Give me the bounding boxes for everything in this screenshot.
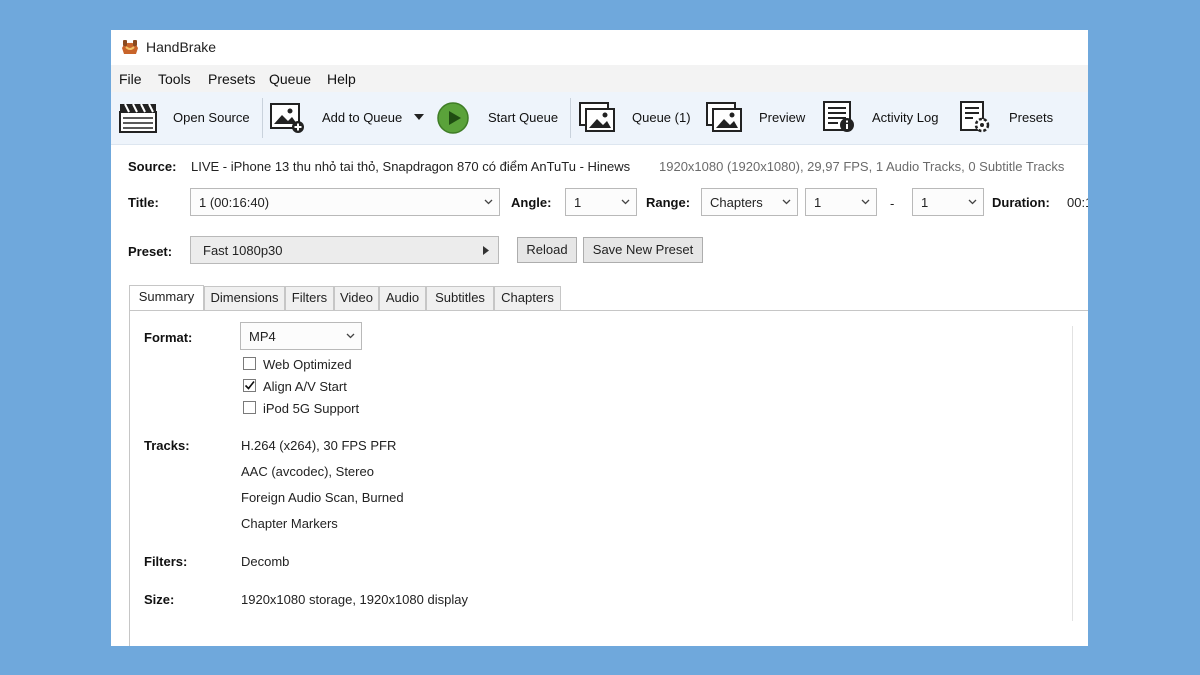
filters-label: Filters: — [144, 554, 188, 569]
filters-value: Decomb — [241, 554, 290, 569]
track-audio: AAC (avcodec), Stereo — [241, 464, 374, 479]
preview-icon — [706, 102, 742, 132]
range-type-value: Chapters — [710, 195, 763, 210]
tab-audio[interactable]: Audio — [379, 286, 426, 310]
title-label: Title: — [128, 195, 159, 210]
angle-label: Angle: — [511, 195, 552, 210]
preset-label: Preset: — [128, 244, 173, 259]
chevron-down-icon — [861, 199, 870, 205]
preset-value: Fast 1080p30 — [203, 243, 283, 258]
save-new-preset-button[interactable]: Save New Preset — [583, 237, 703, 263]
queue-label: Queue (1) — [632, 110, 691, 125]
title-bar: HandBrake — [111, 30, 1088, 65]
track-chapters: Chapter Markers — [241, 516, 338, 531]
web-optimized-label: Web Optimized — [263, 357, 352, 372]
range-end-value: 1 — [921, 195, 929, 210]
app-window: HandBrake File Tools Presets Queue Help … — [111, 30, 1088, 646]
open-source-button[interactable]: Open Source — [117, 92, 257, 144]
title-value: 1 (00:16:40) — [199, 195, 270, 210]
add-to-queue-label: Add to Queue — [322, 110, 403, 125]
clapperboard-icon — [119, 103, 157, 133]
range-start-value: 1 — [814, 195, 822, 210]
tab-subtitles[interactable]: Subtitles — [426, 286, 494, 310]
handbrake-logo-icon — [122, 40, 138, 54]
toolbar-separator — [570, 98, 571, 138]
ipod-5g-support-checkbox[interactable] — [243, 401, 256, 414]
tab-filters[interactable]: Filters — [285, 286, 334, 310]
duration-label: Duration: — [992, 195, 1050, 210]
duration-value: 00:1 — [1067, 195, 1088, 210]
tab-chapters[interactable]: Chapters — [494, 286, 561, 310]
chevron-down-icon — [346, 333, 355, 339]
source-name: LIVE - iPhone 13 thu nhỏ tai thỏ, Snapdr… — [191, 159, 631, 174]
reload-button[interactable]: Reload — [517, 237, 577, 263]
start-queue-button[interactable]: Start Queue — [435, 92, 565, 144]
align-av-start-label: Align A/V Start — [263, 379, 347, 394]
chevron-down-icon — [968, 199, 977, 205]
size-value: 1920x1080 storage, 1920x1080 display — [241, 592, 468, 607]
add-image-icon — [270, 103, 304, 133]
range-label: Range: — [646, 195, 691, 210]
tab-summary[interactable]: Summary — [129, 285, 204, 311]
format-value: MP4 — [249, 329, 276, 344]
align-av-start-checkbox[interactable] — [243, 379, 256, 392]
activity-log-button[interactable]: Activity Log — [822, 92, 952, 144]
queue-button[interactable]: Queue (1) — [578, 92, 698, 144]
range-type-dropdown[interactable]: Chapters — [701, 188, 798, 216]
queue-stack-icon — [579, 102, 615, 132]
play-icon — [437, 102, 469, 134]
web-optimized-checkbox[interactable] — [243, 357, 256, 370]
angle-value: 1 — [574, 195, 582, 210]
preview-button[interactable]: Preview — [705, 92, 815, 144]
menu-help[interactable]: Help — [327, 71, 356, 87]
presets-icon — [960, 101, 990, 133]
menu-bar: File Tools Presets Queue Help — [111, 65, 1088, 92]
track-video: H.264 (x264), 30 FPS PFR — [241, 438, 397, 453]
tracks-label: Tracks: — [144, 438, 190, 453]
dropdown-arrow-icon[interactable] — [414, 114, 424, 120]
presets-button[interactable]: Presets — [959, 92, 1069, 144]
menu-queue[interactable]: Queue — [269, 71, 311, 87]
menu-tools[interactable]: Tools — [158, 71, 191, 87]
ipod-5g-support-label: iPod 5G Support — [263, 401, 360, 416]
window-title: HandBrake — [146, 39, 217, 55]
source-label: Source: — [128, 159, 177, 174]
add-to-queue-button[interactable]: Add to Queue — [269, 92, 429, 144]
presets-label: Presets — [1009, 110, 1054, 125]
format-label: Format: — [144, 330, 193, 345]
toolbar: Open Source Add to Queue Start Queue Que… — [111, 92, 1088, 145]
preset-selector[interactable]: Fast 1080p30 — [190, 236, 499, 264]
format-dropdown[interactable]: MP4 — [240, 322, 362, 350]
chevron-down-icon — [621, 199, 630, 205]
activity-log-icon — [823, 101, 854, 132]
source-info: 1920x1080 (1920x1080), 29,97 FPS, 1 Audi… — [659, 159, 1065, 174]
range-start-dropdown[interactable]: 1 — [805, 188, 877, 216]
range-end-dropdown[interactable]: 1 — [912, 188, 984, 216]
activity-log-label: Activity Log — [872, 110, 939, 125]
start-queue-label: Start Queue — [488, 110, 559, 125]
tab-dimensions[interactable]: Dimensions — [204, 286, 285, 310]
chevron-down-icon — [782, 199, 791, 205]
title-dropdown[interactable]: 1 (00:16:40) — [190, 188, 500, 216]
open-source-label: Open Source — [173, 110, 250, 125]
chevron-right-icon — [483, 246, 489, 255]
preview-label: Preview — [759, 110, 806, 125]
range-separator: - — [890, 196, 895, 211]
tab-video[interactable]: Video — [334, 286, 379, 310]
panel-divider — [1072, 326, 1073, 621]
toolbar-separator — [262, 98, 263, 138]
checkmark-icon — [244, 381, 255, 390]
angle-dropdown[interactable]: 1 — [565, 188, 637, 216]
menu-presets[interactable]: Presets — [208, 71, 255, 87]
menu-file[interactable]: File — [119, 71, 142, 87]
chevron-down-icon — [484, 199, 493, 205]
size-label: Size: — [144, 592, 175, 607]
track-subtitle: Foreign Audio Scan, Burned — [241, 490, 404, 505]
